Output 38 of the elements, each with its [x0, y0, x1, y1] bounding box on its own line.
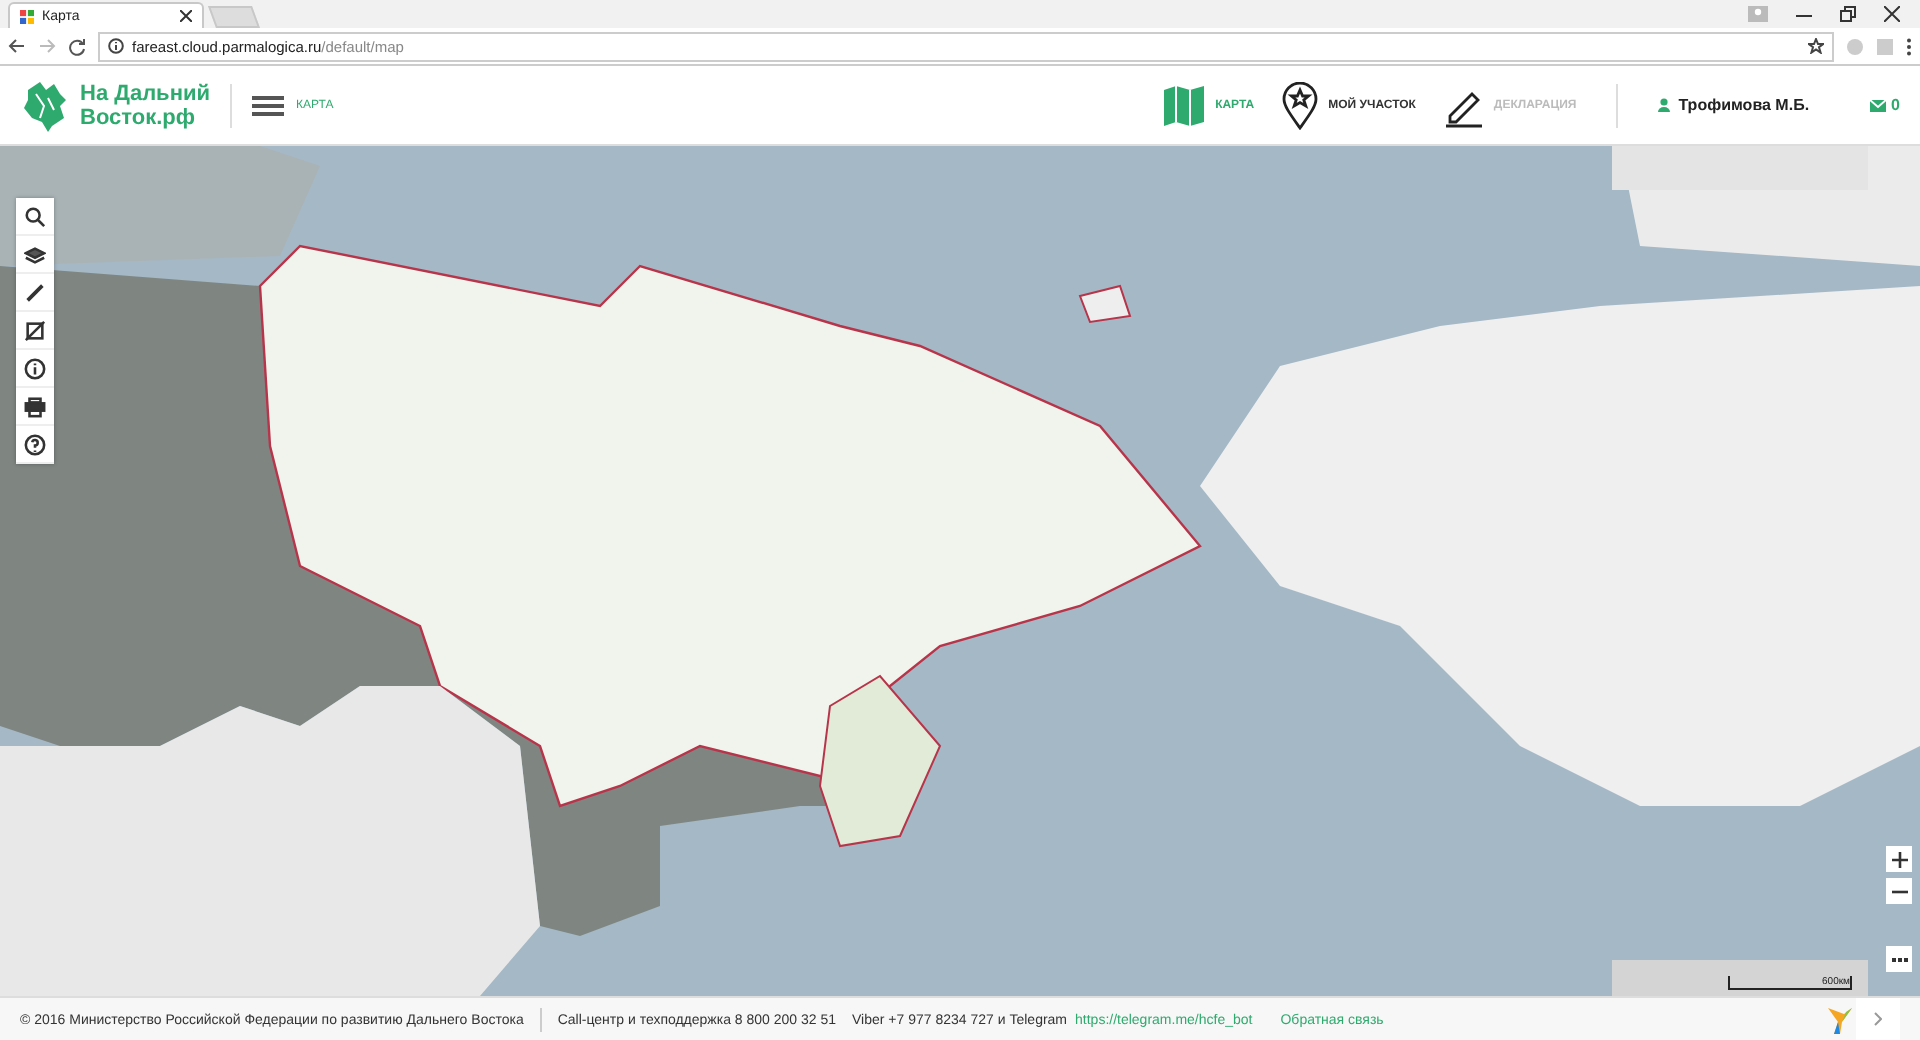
map-tool-button[interactable]	[16, 350, 54, 388]
logo-text[interactable]: На Дальний Восток.рф	[80, 81, 210, 129]
layers-icon	[24, 243, 46, 265]
map-tool-button[interactable]	[16, 198, 54, 236]
menu-icon[interactable]	[1906, 37, 1912, 55]
reload-icon[interactable]	[68, 37, 86, 55]
close-icon[interactable]	[1884, 6, 1900, 22]
star-icon[interactable]	[1808, 38, 1824, 54]
plus-icon	[1891, 851, 1907, 867]
map-tool-button[interactable]	[16, 236, 54, 274]
pin-icon	[1282, 81, 1319, 129]
help-icon	[24, 433, 46, 455]
search-icon	[24, 205, 46, 227]
favicon-icon	[20, 9, 34, 23]
logo-icon[interactable]	[20, 77, 68, 133]
mail-icon[interactable]	[1869, 99, 1886, 111]
zoom-in-button[interactable]	[1886, 846, 1912, 872]
info-icon	[108, 38, 124, 54]
map-tool-button[interactable]	[16, 312, 54, 350]
back-icon[interactable]	[8, 38, 26, 54]
print-icon	[24, 395, 46, 417]
zoom-out-button[interactable]	[1886, 878, 1912, 904]
info-icon	[24, 357, 46, 379]
logo-icon[interactable]	[1824, 1004, 1856, 1036]
close-icon[interactable]	[180, 10, 192, 22]
more-button[interactable]	[1886, 946, 1912, 972]
chevron-icon	[1874, 1012, 1882, 1026]
map-icon	[1161, 83, 1206, 127]
user-name[interactable]: Трофимова М.Б.	[1678, 96, 1810, 114]
message-count: 0	[1891, 96, 1900, 114]
draw-icon	[24, 281, 46, 303]
edit-icon	[24, 319, 46, 341]
menu-icon[interactable]	[252, 95, 284, 115]
restore-icon[interactable]	[1840, 6, 1856, 22]
map-tool-button[interactable]	[16, 388, 54, 426]
map-tool-button[interactable]	[16, 426, 54, 464]
map-tool-button[interactable]	[16, 274, 54, 312]
user-icon	[1658, 98, 1671, 112]
